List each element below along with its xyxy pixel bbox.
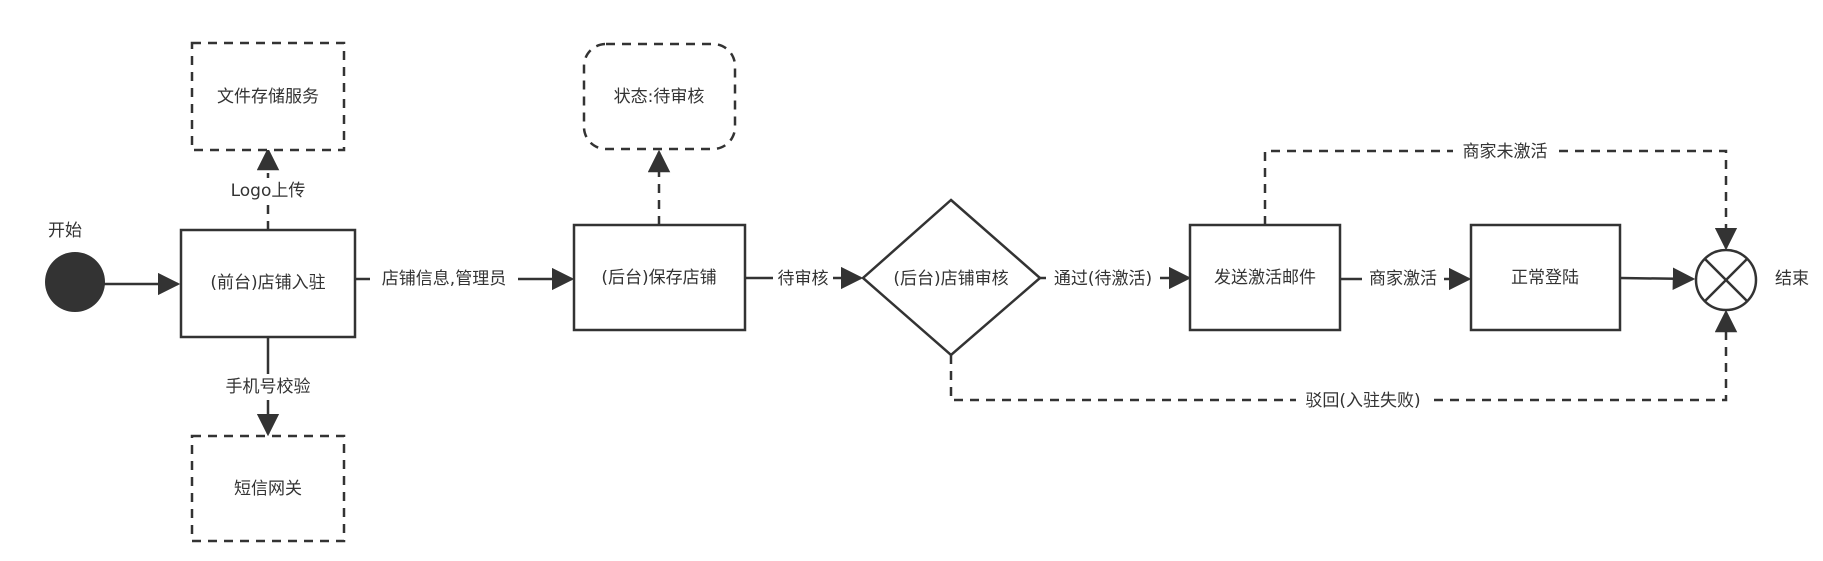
backend-save-text: (后台)保存店铺	[601, 268, 716, 288]
end-label: 结束	[1775, 269, 1809, 289]
start-label: 开始	[48, 221, 82, 241]
diagram-canvas: 文件存储服务 (前台)店铺入驻 短信网关 状态:待审核 (后台)保存店铺 (后台…	[45, 41, 1809, 543]
flow-diagram: 文件存储服务 (前台)店铺入驻 短信网关 状态:待审核 (后台)保存店铺 (后台…	[0, 0, 1823, 561]
phone-verify-label: 手机号校验	[226, 377, 311, 397]
file-storage-text: 文件存储服务	[217, 87, 319, 107]
edge-login-to-end	[1619, 267, 1696, 290]
approved-label: 通过(待激活)	[1054, 269, 1152, 289]
front-register-text: (前台)店铺入驻	[210, 273, 325, 293]
store-info-label: 店铺信息,管理员	[382, 269, 506, 289]
pending-review-label: 待审核	[778, 269, 829, 289]
logo-upload-label: Logo上传	[231, 181, 306, 201]
merchant-activated-label: 商家激活	[1369, 269, 1437, 289]
sms-gateway-text: 短信网关	[234, 479, 302, 499]
status-pending-text: 状态:待审核	[614, 87, 705, 107]
backend-review-text: (后台)店铺审核	[893, 269, 1008, 289]
end-node	[1694, 248, 1758, 312]
rejected-label: 驳回(入驻失败)	[1305, 391, 1420, 411]
start-node	[45, 252, 105, 312]
normal-login-text: 正常登陆	[1511, 268, 1579, 288]
send-email-text: 发送激活邮件	[1214, 268, 1316, 288]
merchant-not-activated-label: 商家未激活	[1463, 142, 1548, 162]
